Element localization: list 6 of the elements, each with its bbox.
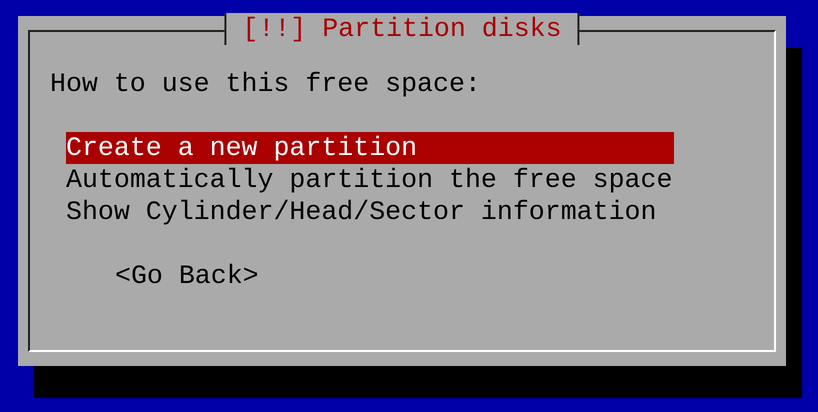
go-back-button[interactable]: <Go Back>: [115, 261, 259, 291]
prompt-text: How to use this free space:: [50, 68, 482, 100]
menu-option[interactable]: Automatically partition the free space: [66, 164, 674, 196]
menu-option[interactable]: Show Cylinder/Head/Sector information: [66, 196, 674, 228]
dialog-title: [!!] Partition disks: [224, 13, 580, 45]
menu-option[interactable]: Create a new partition: [66, 132, 674, 164]
